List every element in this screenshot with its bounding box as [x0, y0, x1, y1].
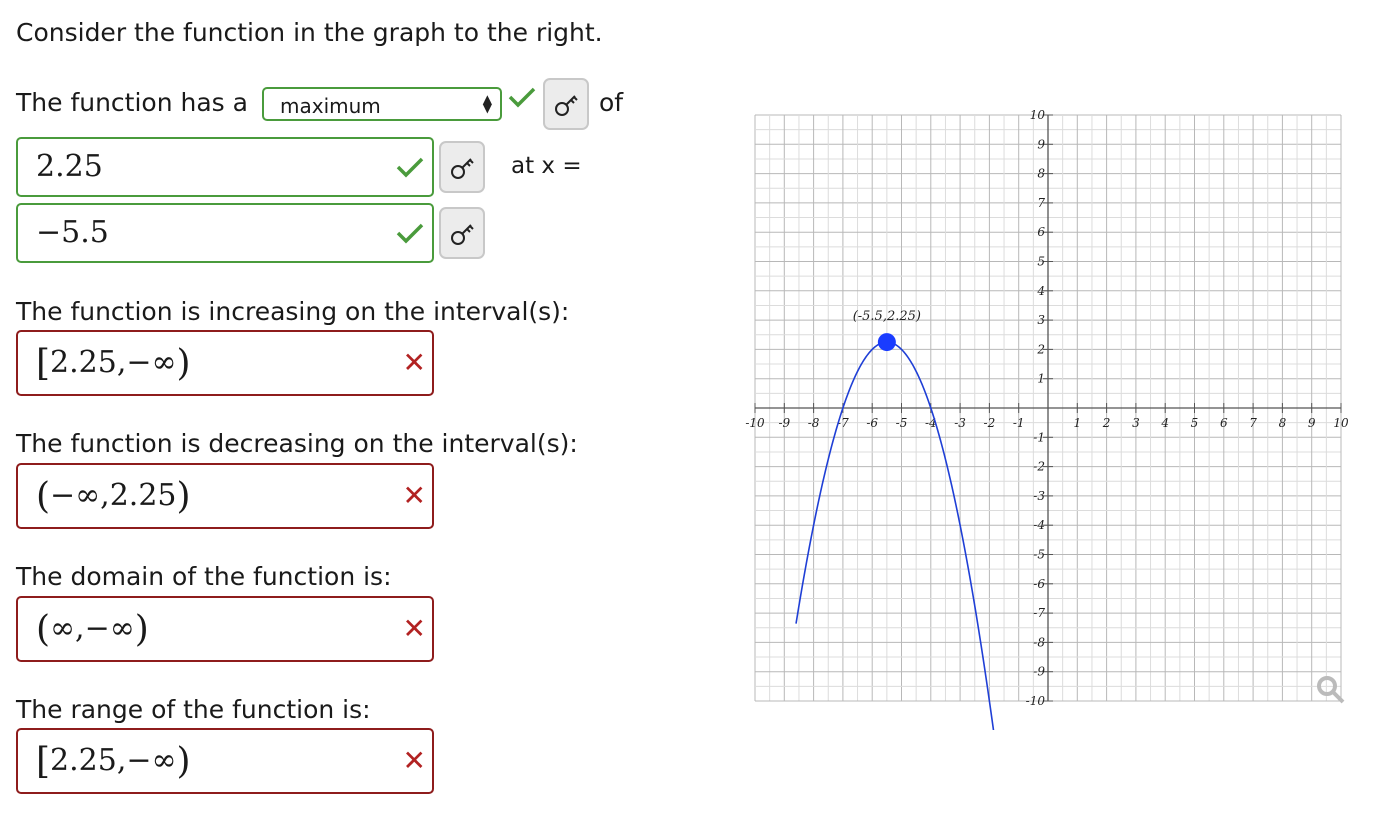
y-tick-label: -2 — [1033, 460, 1045, 474]
domain-answer-box[interactable]: (∞,−∞) ✕ — [16, 596, 434, 662]
decreasing-answer-box[interactable]: (−∞,2.25) ✕ — [16, 463, 434, 529]
y-tick-label: 6 — [1037, 225, 1045, 239]
x-tick-label: 9 — [1308, 416, 1316, 430]
decreasing-answer: (−∞,2.25) — [36, 476, 191, 517]
key-icon — [555, 95, 578, 116]
range-answer-box[interactable]: [2.25,−∞) ✕ — [16, 728, 434, 794]
x-tick-label: 8 — [1279, 416, 1287, 430]
x-tick-label: -5 — [896, 416, 908, 430]
x-tick-label: 7 — [1249, 416, 1257, 430]
y-tick-label: 1 — [1037, 372, 1045, 386]
y-tick-label: -4 — [1033, 518, 1045, 532]
key-icon — [451, 224, 474, 245]
prompt-text: Consider the function in the graph to th… — [16, 18, 603, 47]
line1-prefix: The function has a — [16, 88, 248, 117]
x-tick-label: -1 — [1013, 416, 1025, 430]
value-answer-box[interactable]: 2.25 — [16, 137, 434, 197]
x-tick-label: 1 — [1073, 416, 1081, 430]
y-tick-label: 7 — [1037, 196, 1045, 210]
cross-icon: ✕ — [402, 346, 426, 379]
range-label: The range of the function is: — [16, 695, 371, 724]
at-x-label: at x = — [511, 153, 582, 179]
increasing-answer: [2.25,−∞) — [36, 343, 191, 384]
x-tick-label: 2 — [1102, 416, 1111, 430]
y-tick-label: -7 — [1033, 606, 1045, 620]
y-tick-label: -1 — [1033, 430, 1045, 444]
x-tick-label: -8 — [808, 416, 820, 430]
cross-icon: ✕ — [402, 612, 426, 645]
key-icon — [451, 158, 474, 179]
x-tick-label: 6 — [1220, 416, 1228, 430]
key-button[interactable] — [543, 78, 589, 130]
y-tick-label: -5 — [1033, 548, 1045, 562]
tick-labels: -10 -9 -8 -7 -6 -5 -4 -3 -2 -1 1 2 3 4 5 6 7 8 9 10 10 9 8 7 6 5 4… — [745, 110, 1349, 708]
y-tick-label: -3 — [1033, 489, 1045, 503]
value-answer: 2.25 — [36, 149, 103, 184]
magnifier-icon[interactable] — [1317, 676, 1345, 704]
x-answer-box[interactable]: −5.5 — [16, 203, 434, 263]
vertex-point — [877, 333, 896, 352]
x-tick-label: -10 — [745, 416, 765, 430]
select-arrows-icon: ▲ ▼ — [482, 92, 492, 115]
domain-answer: (∞,−∞) — [36, 609, 149, 650]
check-icon — [396, 157, 424, 178]
x-tick-label: -2 — [984, 416, 996, 430]
y-tick-label: 9 — [1037, 137, 1045, 151]
check-icon — [508, 87, 536, 108]
function-graph: -10 -9 -8 -7 -6 -5 -4 -3 -2 -1 1 2 3 4 5 6 7 8 9 10 10 9 8 7 6 5 4… — [745, 110, 1349, 730]
y-tick-label: 2 — [1036, 342, 1045, 356]
vertex-label: (-5.5,2.25) — [853, 309, 921, 324]
x-tick-label: 3 — [1132, 416, 1140, 430]
cross-icon: ✕ — [402, 744, 426, 777]
key-button[interactable] — [439, 207, 485, 259]
range-answer: [2.25,−∞) — [36, 741, 191, 782]
y-tick-label: 4 — [1036, 284, 1045, 298]
y-tick-label: 10 — [1030, 110, 1046, 122]
x-tick-label: -9 — [778, 416, 790, 430]
domain-label: The domain of the function is: — [16, 562, 392, 591]
x-tick-label: 4 — [1160, 416, 1169, 430]
line1-suffix: of — [599, 88, 624, 117]
y-tick-label: -6 — [1033, 577, 1045, 591]
y-tick-label: -9 — [1033, 665, 1045, 679]
x-tick-label: -3 — [954, 416, 966, 430]
y-tick-label: 5 — [1037, 255, 1045, 269]
key-button[interactable] — [439, 141, 485, 193]
decreasing-label: The function is decreasing on the interv… — [16, 429, 578, 458]
check-icon — [396, 223, 424, 244]
extremum-select[interactable]: maximum ▲ ▼ — [262, 87, 502, 121]
increasing-label: The function is increasing on the interv… — [16, 297, 570, 326]
cross-icon: ✕ — [402, 479, 426, 512]
x-answer: −5.5 — [36, 215, 109, 250]
extremum-select-value: maximum — [280, 94, 381, 118]
x-tick-label: 10 — [1333, 416, 1349, 430]
y-tick-label: -8 — [1033, 635, 1045, 649]
x-tick-label: 5 — [1191, 416, 1199, 430]
increasing-answer-box[interactable]: [2.25,−∞) ✕ — [16, 330, 434, 396]
y-tick-label: -10 — [1026, 694, 1046, 708]
y-tick-label: 8 — [1037, 167, 1045, 181]
x-tick-label: -6 — [866, 416, 878, 430]
y-tick-label: 3 — [1037, 313, 1045, 327]
